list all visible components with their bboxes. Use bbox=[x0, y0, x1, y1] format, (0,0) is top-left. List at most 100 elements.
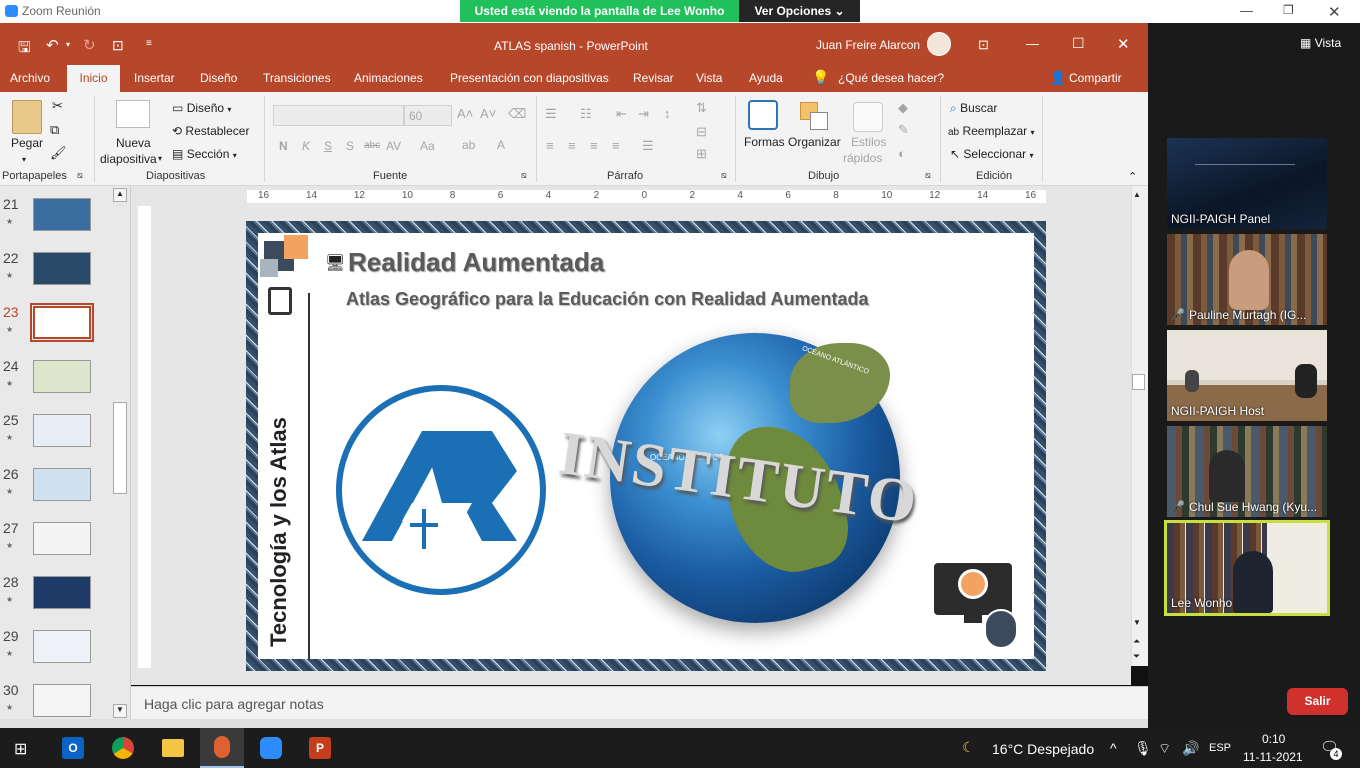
scroll-down-icon[interactable]: ▼ bbox=[1133, 618, 1141, 627]
shapes-label[interactable]: Formas bbox=[744, 135, 785, 149]
dialog-launcher-icon[interactable]: ⧅ bbox=[925, 170, 931, 181]
tab-inicio[interactable]: Inicio bbox=[67, 65, 120, 92]
strikethrough-icon[interactable]: abc bbox=[364, 140, 380, 151]
language-indicator[interactable]: ESP bbox=[1209, 742, 1231, 754]
ribbon-display-icon[interactable]: ⊡ bbox=[978, 37, 989, 53]
new-slide-icon[interactable] bbox=[116, 100, 150, 128]
font-size-select[interactable]: 60 bbox=[404, 105, 452, 126]
align-text-icon[interactable]: ⊟ bbox=[696, 124, 707, 140]
align-center-icon[interactable]: ≡ bbox=[568, 138, 576, 153]
paste-label[interactable]: Pegar bbox=[11, 136, 43, 150]
tab-transiciones[interactable]: Transiciones bbox=[263, 71, 331, 85]
clock-date[interactable]: 11-11-2021 bbox=[1243, 750, 1303, 764]
chrome-icon[interactable] bbox=[112, 737, 134, 759]
outlook-icon[interactable]: O bbox=[62, 737, 84, 759]
chevron-up-icon[interactable]: ^ bbox=[1110, 740, 1117, 756]
text-direction-icon[interactable]: ⇅ bbox=[696, 100, 707, 116]
increase-font-icon[interactable]: A˄ bbox=[457, 106, 473, 121]
slide-thumbnail[interactable] bbox=[30, 303, 94, 342]
scroll-down-icon[interactable]: ▼ bbox=[113, 704, 127, 718]
dialog-launcher-icon[interactable]: ⧅ bbox=[521, 170, 527, 181]
replace-button[interactable]: ab Reemplazar ▾ bbox=[948, 124, 1035, 138]
clock-time[interactable]: 0:10 bbox=[1262, 732, 1285, 746]
reset-button[interactable]: ⟲ Restablecer bbox=[172, 124, 249, 138]
windows-start-icon[interactable]: ⊞ bbox=[14, 739, 27, 759]
tab-presentacion[interactable]: Presentación con diapositivas bbox=[450, 71, 609, 85]
scroll-thumb[interactable] bbox=[1132, 374, 1145, 390]
undo-icon[interactable]: ↶ bbox=[46, 36, 59, 54]
notes-pane[interactable]: Haga clic para agregar notas bbox=[131, 686, 1148, 720]
tab-revisar[interactable]: Revisar bbox=[633, 71, 674, 85]
arrange-label[interactable]: Organizar bbox=[788, 135, 841, 149]
close-icon[interactable]: ✕ bbox=[1328, 3, 1341, 21]
minimize-icon[interactable]: — bbox=[1026, 36, 1039, 51]
participant-tile[interactable]: 🎤 Chul Sue Hwang (Kyu... bbox=[1167, 426, 1327, 517]
copy-icon[interactable]: ⧉ bbox=[50, 122, 59, 138]
smartart-icon[interactable]: ⊞ bbox=[696, 146, 707, 162]
slide-thumbnail[interactable] bbox=[33, 468, 91, 501]
save-icon[interactable]: 🖫 bbox=[18, 37, 31, 62]
scroll-up-icon[interactable]: ▲ bbox=[1133, 190, 1141, 199]
shape-fill-icon[interactable]: ◆ bbox=[898, 100, 908, 116]
slide-thumbnail[interactable] bbox=[33, 198, 91, 231]
line-spacing-icon[interactable]: ↕ bbox=[664, 106, 671, 121]
microphone-icon[interactable]: 🎙 bbox=[1134, 740, 1152, 757]
present-from-start-icon[interactable]: ⊡ bbox=[112, 37, 124, 54]
file-explorer-icon[interactable] bbox=[162, 739, 184, 757]
decrease-indent-icon[interactable]: ⇤ bbox=[616, 106, 627, 122]
highlight-icon[interactable]: ab bbox=[462, 138, 475, 152]
user-name[interactable]: Juan Freire Alarcon bbox=[816, 38, 920, 52]
quick-styles-icon[interactable] bbox=[853, 102, 883, 132]
previous-slide-icon[interactable]: ⏶ bbox=[1133, 636, 1140, 647]
dialog-launcher-icon[interactable]: ⧅ bbox=[77, 170, 83, 181]
spacing-icon[interactable]: AV bbox=[386, 139, 401, 153]
view-options-button[interactable]: Ver Opciones ⌄ bbox=[739, 0, 860, 22]
justify-icon[interactable]: ≡ bbox=[612, 138, 620, 153]
participant-tile[interactable]: 🎤 Pauline Murtagh (IG... bbox=[1167, 234, 1327, 325]
taskbar-active-app[interactable] bbox=[200, 728, 244, 768]
new-slide-label-2[interactable]: diapositiva bbox=[100, 152, 157, 166]
powerpoint-taskbar-icon[interactable]: P bbox=[309, 737, 331, 759]
slide-thumbnail[interactable] bbox=[33, 414, 91, 447]
redo-icon[interactable]: ↻ bbox=[83, 36, 96, 54]
scroll-up-icon[interactable]: ▲ bbox=[113, 188, 127, 202]
font-family-select[interactable] bbox=[273, 105, 404, 126]
zoom-taskbar-icon[interactable] bbox=[260, 737, 282, 759]
slide-thumbnail[interactable] bbox=[33, 360, 91, 393]
section-button[interactable]: ▤ Sección ▾ bbox=[172, 147, 237, 161]
slide-thumbnail[interactable] bbox=[33, 576, 91, 609]
tab-diseno[interactable]: Diseño bbox=[200, 71, 237, 85]
slide-thumbnail[interactable] bbox=[33, 630, 91, 663]
view-mode-button[interactable]: ▦ Vista bbox=[1300, 36, 1341, 50]
avatar[interactable] bbox=[927, 32, 951, 56]
quick-styles-label-2[interactable]: rápidos bbox=[843, 151, 882, 165]
weather-text[interactable]: 16°C Despejado bbox=[992, 741, 1094, 757]
underline-icon[interactable]: S bbox=[324, 139, 332, 153]
dialog-launcher-icon[interactable]: ⧅ bbox=[721, 170, 727, 181]
participant-tile[interactable]: NGII-PAIGH Host bbox=[1167, 330, 1327, 421]
current-slide[interactable]: Tecnología y los Atlas 🖥 Realidad Aument… bbox=[246, 221, 1046, 671]
customize-toolbar-icon[interactable]: ≡ bbox=[146, 38, 152, 49]
change-case-icon[interactable]: Aa bbox=[420, 139, 435, 153]
maximize-icon[interactable]: ❐ bbox=[1283, 3, 1294, 17]
bold-icon[interactable]: N bbox=[279, 139, 288, 153]
tab-insertar[interactable]: Insertar bbox=[134, 71, 175, 85]
volume-icon[interactable]: 🔊 bbox=[1182, 740, 1199, 757]
numbering-icon[interactable]: ☷ bbox=[580, 106, 592, 122]
align-right-icon[interactable]: ≡ bbox=[590, 138, 598, 153]
undo-dropdown-icon[interactable]: ▾ bbox=[66, 40, 70, 49]
chevron-down-icon[interactable]: ▾ bbox=[158, 154, 162, 163]
collapse-ribbon-icon[interactable]: ⌃ bbox=[1128, 170, 1137, 183]
shape-effects-icon[interactable]: ◐ bbox=[898, 146, 906, 161]
quick-styles-label[interactable]: Estilos bbox=[851, 135, 886, 149]
editor-scrollbar[interactable] bbox=[1131, 186, 1148, 666]
tab-animaciones[interactable]: Animaciones bbox=[354, 71, 423, 85]
decrease-font-icon[interactable]: A˅ bbox=[480, 106, 496, 121]
find-button[interactable]: ⌕ Buscar bbox=[950, 101, 997, 116]
wifi-icon[interactable]: ⌔ bbox=[1158, 740, 1171, 758]
participant-tile[interactable]: NGII-PAIGH Panel bbox=[1167, 138, 1327, 229]
shadow-icon[interactable]: S bbox=[346, 139, 354, 153]
clear-format-icon[interactable]: ⌫ bbox=[508, 106, 526, 122]
italic-icon[interactable]: K bbox=[302, 139, 310, 153]
maximize-icon[interactable]: ☐ bbox=[1072, 35, 1085, 52]
